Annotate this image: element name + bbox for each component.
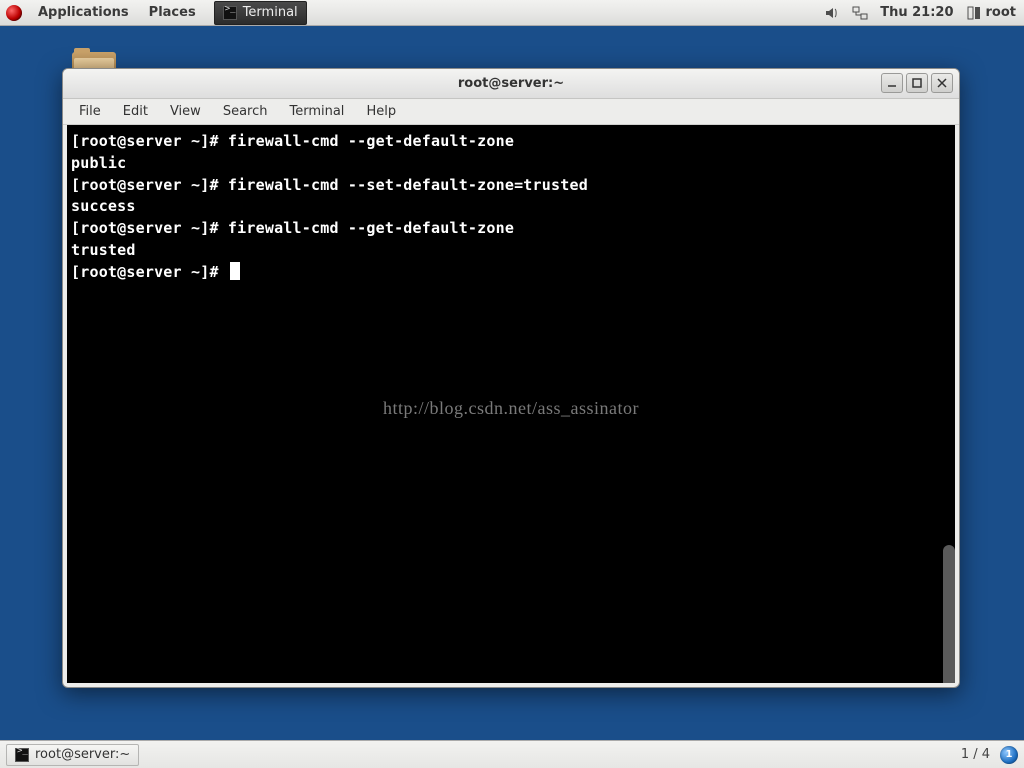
distro-logo-icon — [6, 5, 22, 21]
menu-file[interactable]: File — [69, 102, 111, 121]
close-button[interactable] — [931, 73, 953, 93]
terminal-line: public — [71, 153, 951, 175]
top-panel: Applications Places Terminal Thu 21:20 r… — [0, 0, 1024, 26]
watermark-text: http://blog.csdn.net/ass_assinator — [383, 395, 639, 421]
minimize-button[interactable] — [881, 73, 903, 93]
scrollbar-thumb[interactable] — [943, 545, 955, 683]
terminal-line: [root@server ~]# firewall-cmd --get-defa… — [71, 218, 951, 240]
menu-view[interactable]: View — [160, 102, 211, 121]
terminal-content[interactable]: [root@server ~]# firewall-cmd --get-defa… — [67, 125, 955, 683]
terminal-line: [root@server ~]# — [71, 262, 951, 284]
window-controls — [881, 73, 953, 93]
bottom-panel: root@server:~ 1 / 4 1 — [0, 740, 1024, 768]
panel-task-label: Terminal — [243, 5, 298, 20]
workspace-badge[interactable]: 1 — [1000, 746, 1018, 764]
terminal-line: success — [71, 196, 951, 218]
places-menu[interactable]: Places — [139, 0, 206, 26]
terminal-window: root@server:~ File Edit View Search Term… — [62, 68, 960, 688]
titlebar[interactable]: root@server:~ — [63, 69, 959, 99]
volume-icon[interactable] — [824, 5, 840, 21]
user-switch-icon — [966, 5, 982, 21]
user-menu[interactable]: root — [966, 5, 1017, 21]
terminal-line: trusted — [71, 240, 951, 262]
menu-terminal[interactable]: Terminal — [279, 102, 354, 121]
menubar: File Edit View Search Terminal Help — [63, 99, 959, 125]
panel-task-terminal[interactable]: Terminal — [214, 1, 307, 25]
cursor-icon — [230, 262, 240, 280]
terminal-icon — [15, 748, 29, 762]
terminal-icon — [223, 6, 237, 20]
taskbar-label: root@server:~ — [35, 747, 130, 762]
menu-help[interactable]: Help — [356, 102, 406, 121]
terminal-line: [root@server ~]# firewall-cmd --get-defa… — [71, 131, 951, 153]
menu-edit[interactable]: Edit — [113, 102, 158, 121]
maximize-button[interactable] — [906, 73, 928, 93]
clock[interactable]: Thu 21:20 — [880, 5, 953, 20]
menu-search[interactable]: Search — [213, 102, 278, 121]
terminal-line: [root@server ~]# firewall-cmd --set-defa… — [71, 175, 951, 197]
network-icon[interactable] — [852, 5, 868, 21]
applications-menu[interactable]: Applications — [28, 0, 139, 26]
window-title: root@server:~ — [458, 76, 564, 91]
system-tray: Thu 21:20 root — [824, 5, 1018, 21]
workspace-indicator[interactable]: 1 / 4 — [961, 747, 990, 762]
user-label: root — [986, 5, 1017, 20]
taskbar-terminal-button[interactable]: root@server:~ — [6, 744, 139, 766]
